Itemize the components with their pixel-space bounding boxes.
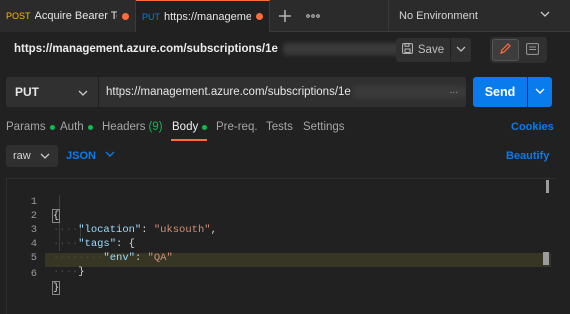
tab-headers-label: Headers <box>102 121 146 133</box>
chevron-down-icon <box>105 149 115 162</box>
indicator-dot-icon <box>87 124 93 130</box>
comments-button[interactable] <box>520 39 545 61</box>
code-text: } <box>51 281 61 295</box>
code-line: 4 ········"env": "QA" <box>7 223 552 264</box>
pencil-icon <box>499 42 512 58</box>
indicator-dot-icon <box>202 124 208 130</box>
unsaved-dot-icon <box>256 13 263 20</box>
beautify-button[interactable]: Beautify <box>506 150 549 162</box>
cookies-link[interactable]: Cookies <box>511 121 554 133</box>
editor-scroll-marker <box>543 252 549 265</box>
chevron-down-icon <box>456 43 466 57</box>
code-line: 6 } <box>7 253 552 295</box>
save-icon <box>401 43 413 57</box>
chevron-down-icon <box>78 87 88 101</box>
code-text: ····} <box>53 266 85 278</box>
body-mode-select[interactable]: raw <box>6 145 58 167</box>
tab-settings-label: Settings <box>303 121 345 133</box>
environment-select[interactable]: No Environment <box>388 0 570 32</box>
chevron-down-icon <box>40 151 50 164</box>
save-label: Save <box>417 44 445 56</box>
tab-put-request[interactable]: PUT https://management.az <box>136 0 270 32</box>
indicator-dot-icon <box>49 124 55 130</box>
send-button[interactable]: Send <box>473 77 527 107</box>
tab-auth-label: Auth <box>60 121 84 133</box>
tab-prerequest[interactable]: Pre-req. <box>216 121 258 133</box>
tab-title: Acquire Bearer Token <box>34 10 117 22</box>
tab-body-label: Body <box>172 121 199 133</box>
tab-title: https://management.az <box>164 10 251 23</box>
tab-headers[interactable]: Headers (9) <box>102 121 163 133</box>
editor-scrollbar[interactable] <box>546 180 549 193</box>
unsaved-dot-icon <box>122 12 129 20</box>
save-button[interactable]: Save <box>396 38 450 62</box>
tab-settings[interactable]: Settings <box>303 121 345 133</box>
chevron-down-icon <box>540 9 550 22</box>
headers-count: (9) <box>148 121 163 133</box>
edit-mode-button[interactable] <box>492 39 519 61</box>
body-language-value: JSON <box>66 149 96 162</box>
tab-method-badge: POST <box>6 11 31 21</box>
send-label: Send <box>484 85 516 99</box>
tab-method-badge: PUT <box>142 11 160 22</box>
send-options-button[interactable] <box>528 77 552 107</box>
comment-icon <box>526 42 539 58</box>
url-input[interactable]: https://management.azure.com/subscriptio… <box>99 77 466 107</box>
line-number: 6 <box>30 268 37 280</box>
tab-params[interactable]: Params <box>6 121 55 133</box>
method-select[interactable]: PUT <box>6 77 98 107</box>
tab-tests[interactable]: Tests <box>266 121 293 133</box>
save-options-button[interactable] <box>451 38 471 62</box>
tab-tests-label: Tests <box>266 121 293 133</box>
request-name[interactable]: https://management.azure.com/subscriptio… <box>14 43 434 56</box>
tab-prerequest-label: Pre-req. <box>216 121 258 133</box>
code-line: 3 ····"tags": { <box>7 209 552 250</box>
method-value: PUT <box>15 85 39 99</box>
tab-params-label: Params <box>6 121 46 133</box>
code-line: 5 ····} <box>7 237 552 278</box>
active-tab-indicator <box>171 139 207 141</box>
request-name-text: https://management.azure.com/subscriptio… <box>14 43 278 56</box>
plus-icon[interactable] <box>270 0 300 32</box>
code-line: 2 ····"location": "uksouth", <box>7 195 552 236</box>
code-line: 1 { <box>7 181 552 223</box>
chevron-down-icon <box>535 85 545 99</box>
body-language-select[interactable]: JSON <box>66 149 115 162</box>
more-icon[interactable] <box>300 0 326 32</box>
tab-auth[interactable]: Auth <box>60 121 93 133</box>
environment-label: No Environment <box>399 10 478 22</box>
tab-acquire-token[interactable]: POST Acquire Bearer Token <box>0 0 136 32</box>
tab-body[interactable]: Body <box>172 121 208 133</box>
url-overflow-text: ... <box>449 85 458 96</box>
body-mode-value: raw <box>13 150 31 162</box>
code-editor[interactable]: 1 { 2 ····"location": "uksouth", 3 ····"… <box>6 178 556 314</box>
url-value: https://management.azure.com/subscriptio… <box>106 86 351 98</box>
